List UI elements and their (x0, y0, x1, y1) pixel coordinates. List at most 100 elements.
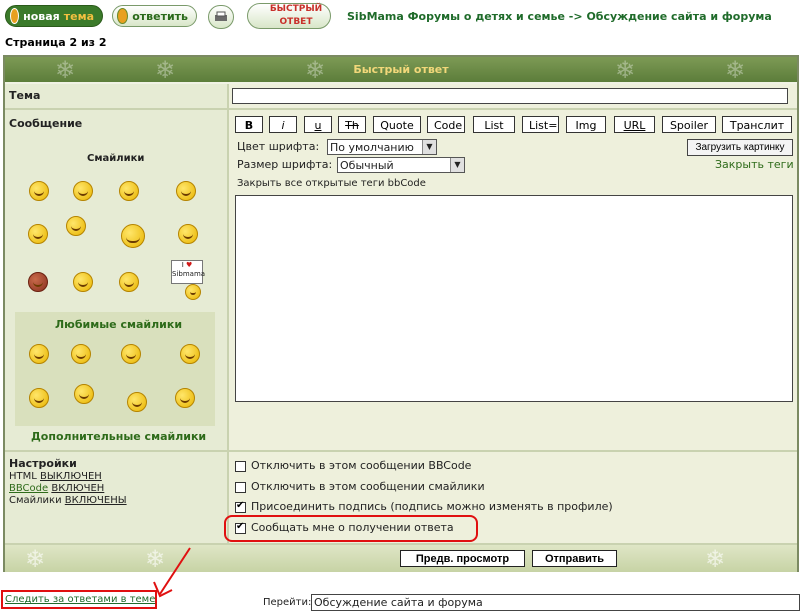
italic-button[interactable]: i (269, 116, 297, 133)
jump-select[interactable]: Обсуждение сайта и форума (311, 594, 800, 611)
topic-label-cell: Тема (5, 84, 229, 108)
quick-reply-line2: ОТВЕТ (279, 17, 313, 27)
smiley-icon[interactable] (29, 181, 49, 201)
snowflake-icon: ❄ (25, 545, 46, 573)
font-size-value: Обычный (340, 158, 394, 172)
font-color-label: Цвет шрифта: (237, 140, 320, 153)
font-size-select[interactable]: Обычный ▼ (337, 157, 465, 173)
topic-input[interactable] (232, 88, 788, 104)
smiley-icon[interactable] (28, 224, 48, 244)
smilies-status: Смайлики ВКЛЮЧЕНЫ (9, 495, 127, 506)
print-icon[interactable] (208, 5, 234, 29)
option-disable-smilies[interactable]: Отключить в этом сообщении смайлики (235, 480, 485, 493)
new-topic-word: тема (63, 9, 94, 23)
smiley-icon[interactable] (119, 272, 139, 292)
smilies-state-link[interactable]: ВКЛЮЧЕНЫ (65, 495, 127, 506)
more-smilies-link[interactable]: Дополнительные смайлики (31, 430, 206, 443)
smiley-icon[interactable] (178, 224, 198, 244)
quick-reply-line1: БЫСТРЫЙ (269, 4, 323, 14)
new-topic-prefix: новая (23, 9, 60, 23)
heart-icon: ♥ (186, 261, 193, 269)
option-label: Отключить в этом сообщении смайлики (251, 480, 485, 493)
reply-button[interactable]: ответить (112, 5, 197, 27)
strike-button[interactable]: Th (338, 116, 366, 133)
close-all-tags-text: Закрыть все открытые теги bbCode (237, 178, 426, 189)
snowflake-icon: ❄ (615, 56, 636, 84)
bold-button[interactable]: B (235, 116, 263, 133)
watch-topic-link[interactable]: Следить за ответами в теме (5, 594, 155, 605)
quick-reply-button[interactable]: БЫСТРЫЙ ОТВЕТ (247, 3, 331, 29)
form-title: Быстрый ответ (353, 63, 449, 76)
smiley-icon[interactable] (127, 392, 147, 412)
smiley-icon[interactable] (73, 181, 93, 201)
close-tags-link[interactable]: Закрыть теги (715, 158, 794, 171)
translit-button[interactable]: Транслит (722, 116, 792, 133)
message-editor-cell: B i u Th Quote Code List List= Img URL S… (229, 110, 797, 450)
breadcrumb-section-link[interactable]: Обсуждение сайта и форума (586, 10, 771, 23)
font-color-value: По умолчанию (330, 140, 414, 154)
smiley-icon[interactable] (121, 344, 141, 364)
checkbox[interactable] (235, 500, 246, 513)
smiley-icon[interactable] (180, 344, 200, 364)
smiley-icon[interactable] (119, 181, 139, 201)
html-state-link[interactable]: ВЫКЛЮЧЕН (40, 471, 102, 482)
jump-value: Обсуждение сайта и форума (314, 596, 483, 609)
list-button[interactable]: List (473, 116, 515, 133)
message-textarea[interactable] (235, 195, 793, 402)
smilies-label: Смайлики (9, 495, 62, 506)
smiley-icon[interactable] (28, 272, 48, 292)
url-button[interactable]: URL (614, 116, 655, 133)
bbcode-status: BBCode ВКЛЮЧЕН (9, 483, 104, 494)
font-color-select[interactable]: По умолчанию ▼ (327, 139, 437, 155)
bbcode-state-link[interactable]: ВКЛЮЧЕН (51, 483, 104, 494)
smiley-icon (185, 284, 201, 300)
smiley-icon[interactable] (175, 388, 195, 408)
bbcode-label-link[interactable]: BBCode (9, 483, 48, 494)
topic-label: Тема (9, 89, 41, 102)
img-button[interactable]: Img (566, 116, 606, 133)
smiley-icon[interactable] (73, 272, 93, 292)
quick-reply-form: ❄ ❄ ❄ ❄ ❄ Быстрый ответ Тема Сообщение С… (3, 55, 799, 572)
preview-button[interactable]: Предв. просмотр (400, 550, 525, 567)
sign-text: Sibmama (172, 270, 206, 278)
breadcrumb: SibMama Форумы о детях и семье -> Обсужд… (347, 10, 772, 23)
option-label: Присоединить подпись (подпись можно изме… (251, 500, 613, 513)
dropdown-arrow-icon: ▼ (450, 158, 464, 172)
option-disable-bbcode[interactable]: Отключить в этом сообщении BBCode (235, 459, 471, 472)
smiley-icon[interactable] (66, 216, 86, 236)
settings-cell: Настройки HTML ВЫКЛЮЧЕН BBCode ВКЛЮЧЕН С… (5, 452, 229, 545)
snowflake-icon: ❄ (55, 56, 76, 84)
new-topic-button[interactable]: новая тема (5, 5, 103, 27)
submit-button[interactable]: Отправить (532, 550, 617, 567)
underline-button[interactable]: u (304, 116, 332, 133)
form-header: ❄ ❄ ❄ ❄ ❄ Быстрый ответ (5, 57, 797, 82)
html-status: HTML ВЫКЛЮЧЕН (9, 471, 102, 482)
quote-button[interactable]: Quote (373, 116, 421, 133)
smiley-icon[interactable] (29, 388, 49, 408)
sibmama-sign-icon[interactable]: I ♥ Sibmama (171, 260, 205, 300)
smilies-title: Смайлики (87, 153, 145, 164)
smiley-icon[interactable] (74, 384, 94, 404)
settings-label: Настройки (9, 457, 77, 470)
upload-image-button[interactable]: Загрузить картинку (687, 139, 793, 156)
reply-icon (117, 8, 129, 24)
notify-highlight (224, 515, 478, 542)
list-numbered-button[interactable]: List= (522, 116, 559, 133)
smiley-icon[interactable] (29, 344, 49, 364)
reply-label: ответить (132, 9, 188, 23)
spoiler-button[interactable]: Spoiler (662, 116, 716, 133)
snowflake-icon: ❄ (705, 545, 726, 573)
code-button[interactable]: Code (427, 116, 465, 133)
smiley-icon[interactable] (121, 224, 145, 248)
smiley-icon[interactable] (176, 181, 196, 201)
option-attach-signature[interactable]: Присоединить подпись (подпись можно изме… (235, 500, 613, 513)
jump-label: Перейти: (263, 597, 312, 608)
smiley-icon[interactable] (71, 344, 91, 364)
bbcode-toolbar: B i u Th Quote Code List List= Img URL S… (235, 116, 795, 133)
checkbox[interactable] (235, 460, 246, 472)
checkbox[interactable] (235, 481, 246, 493)
printer-icon (215, 11, 227, 21)
snowflake-icon: ❄ (725, 56, 746, 84)
breadcrumb-forum-link[interactable]: SibMama Форумы о детях и семье (347, 10, 565, 23)
topic-input-cell (229, 84, 797, 108)
